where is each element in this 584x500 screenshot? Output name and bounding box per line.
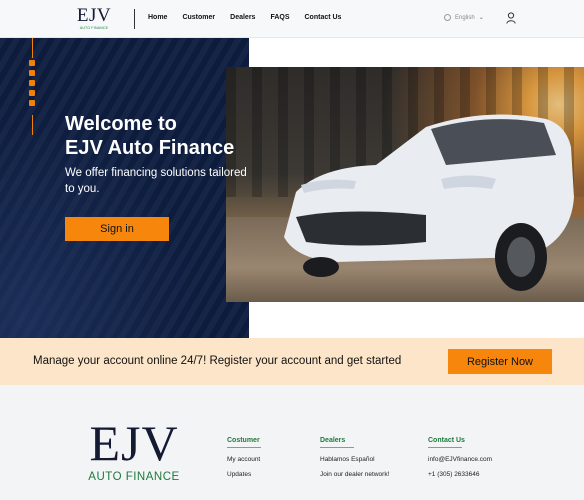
instagram-icon[interactable] <box>29 70 35 76</box>
sign-in-button[interactable]: Sign in <box>65 217 169 241</box>
hero-title: Welcome to EJV Auto Finance <box>65 112 265 160</box>
nav-customer[interactable]: Customer <box>182 14 215 21</box>
banner-text: Manage your account online 24/7! Registe… <box>33 355 402 367</box>
chevron-down-icon: ⌄ <box>478 15 484 21</box>
footer-email[interactable]: info@EJVfinance.com <box>428 456 492 463</box>
globe-icon <box>444 14 451 21</box>
nav-faqs[interactable]: FAQS <box>270 14 289 21</box>
main-nav: Home Customer Dealers FAQS Contact Us <box>148 14 356 21</box>
user-icon[interactable] <box>506 12 516 24</box>
social-links <box>29 60 35 106</box>
language-label: English <box>455 14 475 21</box>
youtube-icon[interactable] <box>29 90 35 96</box>
footer-logo[interactable]: EJV AUTO FINANCE <box>72 418 196 483</box>
footer-heading-contact: Contact Us <box>428 437 465 448</box>
footer-link-hablamos-espanol[interactable]: Hablamos Español <box>320 456 389 463</box>
footer-link-join-dealer-network[interactable]: Join our dealer network! <box>320 471 389 478</box>
social-divider-top <box>32 38 33 58</box>
footer-phone[interactable]: +1 (305) 2633646 <box>428 471 492 478</box>
nav-home[interactable]: Home <box>148 14 167 21</box>
twitter-icon[interactable] <box>29 80 35 86</box>
language-selector[interactable]: English ⌄ <box>444 14 484 21</box>
footer-logo-mark: EJV <box>89 415 179 471</box>
footer-logo-subtitle: AUTO FINANCE <box>88 471 180 483</box>
facebook-icon[interactable] <box>29 60 35 66</box>
logo-subtitle: AUTO FINANCE <box>79 26 109 30</box>
hero-title-line-2: EJV Auto Finance <box>65 137 235 159</box>
footer-heading-customer: Costumer <box>227 437 261 448</box>
header-divider <box>134 9 135 29</box>
footer-column-customer: Costumer My account Updates <box>227 429 261 478</box>
social-divider-bottom <box>32 115 33 135</box>
nav-contact-us[interactable]: Contact Us <box>305 14 342 21</box>
car-photo <box>226 67 584 302</box>
nav-dealers[interactable]: Dealers <box>230 14 255 21</box>
footer-column-dealers: Dealers Hablamos Español Join our dealer… <box>320 429 389 478</box>
header-logo[interactable]: EJV AUTO FINANCE <box>72 6 116 32</box>
footer-heading-dealers: Dealers <box>320 437 354 448</box>
footer-link-updates[interactable]: Updates <box>227 471 261 478</box>
footer-link-my-account[interactable]: My account <box>227 456 261 463</box>
linkedin-icon[interactable] <box>29 100 35 106</box>
car-illustration <box>284 114 574 291</box>
register-now-button[interactable]: Register Now <box>448 349 552 374</box>
logo-mark: EJV <box>76 5 112 26</box>
hero-subtitle: We offer financing solutions tailored to… <box>65 167 247 195</box>
footer-column-contact: Contact Us info@EJVfinance.com +1 (305) … <box>428 429 492 478</box>
hero-title-line-1: Welcome to <box>65 113 177 135</box>
